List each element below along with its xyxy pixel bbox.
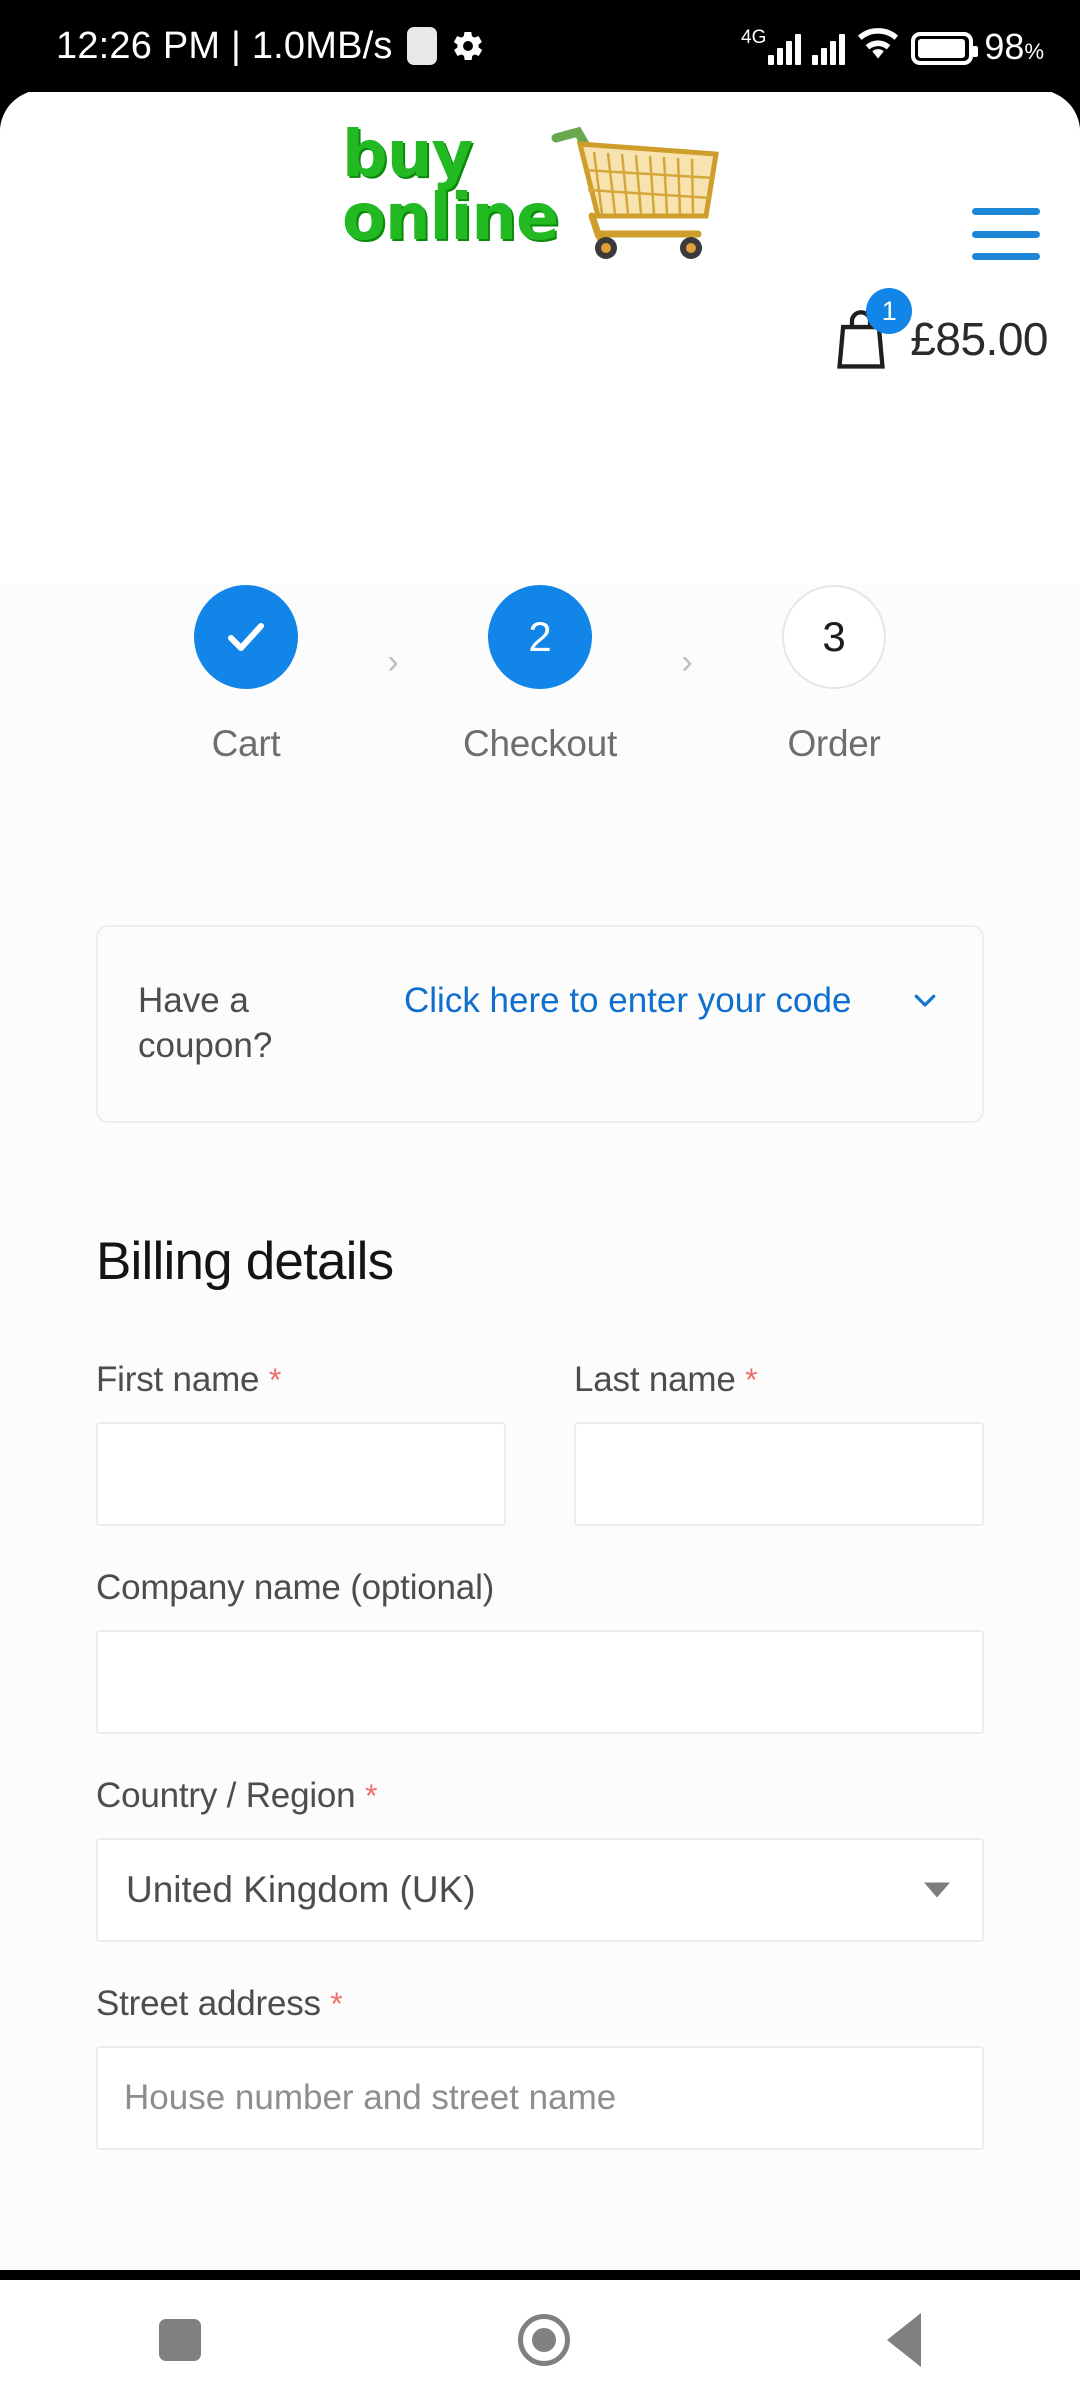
- coupon-enter-code-link[interactable]: Click here to enter your code: [404, 979, 894, 1024]
- battery-icon: [911, 32, 979, 65]
- street-address-field-group: Street address *: [96, 1984, 984, 2150]
- last-name-label: Last name *: [574, 1360, 758, 1399]
- stepper-step-cart[interactable]: Cart: [121, 585, 371, 765]
- country-region-label: Country / Region *: [96, 1776, 378, 1815]
- logo-wordmark: buy online: [342, 118, 559, 255]
- required-asterisk: *: [330, 1986, 343, 2022]
- stepper-separator: ›: [387, 643, 399, 681]
- cart-count-badge: 1: [866, 288, 913, 334]
- stepper-step-order[interactable]: 3 Order: [709, 585, 959, 765]
- step-marker-order: 3: [782, 585, 886, 689]
- phone-screen: 12:26 PM | 1.0MB/s 4G 98% buy online 1 £…: [0, 0, 1080, 2400]
- step-label-cart: Cart: [211, 723, 281, 764]
- chevron-down-icon[interactable]: [910, 979, 940, 1023]
- battery-percent-label: 98%: [984, 26, 1044, 67]
- stepper-step-checkout[interactable]: 2 Checkout: [415, 585, 665, 765]
- street-address-label: Street address *: [96, 1984, 343, 2023]
- recents-square-icon[interactable]: [158, 2319, 201, 2361]
- gear-icon: [451, 29, 485, 63]
- required-asterisk: *: [268, 1362, 282, 1398]
- country-region-field-group: Country / Region * United Kingdom (UK): [96, 1776, 984, 1942]
- step-label-order: Order: [787, 723, 881, 764]
- company-name-input[interactable]: [96, 1630, 984, 1734]
- first-name-input[interactable]: [96, 1422, 506, 1526]
- check-icon: [228, 623, 264, 651]
- status-bar-left: 12:26 PM | 1.0MB/s: [56, 25, 485, 68]
- site-logo[interactable]: buy online: [336, 118, 726, 273]
- country-region-select[interactable]: United Kingdom (UK): [96, 1838, 984, 1942]
- company-name-label: Company name (optional): [96, 1568, 495, 1607]
- hamburger-menu-icon[interactable]: [972, 208, 1040, 260]
- first-name-field-group: First name *: [96, 1360, 506, 1526]
- shopping-bag-icon[interactable]: 1: [832, 288, 913, 370]
- shopping-cart-logo-icon: [551, 126, 719, 259]
- back-triangle-icon[interactable]: [887, 2313, 922, 2367]
- status-clock: 12:26 PM | 1.0MB/s: [56, 24, 393, 67]
- company-name-field-group: Company name (optional): [96, 1568, 984, 1734]
- last-name-field-group: Last name *: [574, 1360, 984, 1526]
- status-bar-right: 4G 98%: [741, 27, 1044, 65]
- signal-bars-icon: [812, 31, 846, 65]
- mobile-network-indicator: 4G: [741, 27, 802, 65]
- step-label-checkout: Checkout: [463, 723, 617, 764]
- last-name-input[interactable]: [574, 1422, 984, 1526]
- cart-total-amount: £85.00: [910, 313, 1048, 365]
- site-header: buy online 1 £85.00: [0, 90, 1080, 440]
- status-bar: 12:26 PM | 1.0MB/s 4G 98%: [0, 0, 1080, 92]
- country-region-select-wrap[interactable]: United Kingdom (UK): [96, 1838, 984, 1942]
- home-circle-icon[interactable]: [517, 2314, 570, 2366]
- page-body: Cart › 2 Checkout › 3 Order Have a coupo…: [0, 585, 1080, 2270]
- checkout-stepper: Cart › 2 Checkout › 3 Order: [0, 585, 1080, 835]
- logo-line-2: online: [342, 180, 559, 255]
- stepper-separator: ›: [681, 643, 693, 681]
- step-marker-checkout: 2: [488, 585, 592, 689]
- street-address-input[interactable]: [96, 2046, 984, 2150]
- name-fields-row: First name * Last name *: [96, 1360, 984, 1526]
- dropdown-caret-icon[interactable]: [924, 1882, 950, 1898]
- first-name-label: First name *: [96, 1360, 282, 1399]
- notification-box-icon: [406, 27, 437, 65]
- required-asterisk: *: [364, 1778, 378, 1814]
- logo-line-1: buy: [342, 118, 473, 192]
- signal-bars-icon: [768, 31, 802, 65]
- billing-details-form: Billing details First name * Last name *: [96, 1123, 984, 2150]
- coupon-question: Have a coupon?: [138, 981, 273, 1065]
- wifi-icon: [856, 27, 900, 65]
- cart-summary[interactable]: 1 £85.00: [832, 288, 1048, 370]
- required-asterisk: *: [745, 1362, 758, 1398]
- coupon-panel[interactable]: Have a coupon? Click here to enter your …: [96, 925, 984, 1123]
- step-marker-cart: [194, 585, 298, 689]
- app-viewport: buy online 1 £85.00 Cart › 2 Checkout › …: [0, 90, 1080, 2270]
- page-title: Billing details: [96, 1232, 394, 1291]
- network-type-label: 4G: [741, 27, 767, 48]
- android-navigation-bar: [0, 2280, 1080, 2400]
